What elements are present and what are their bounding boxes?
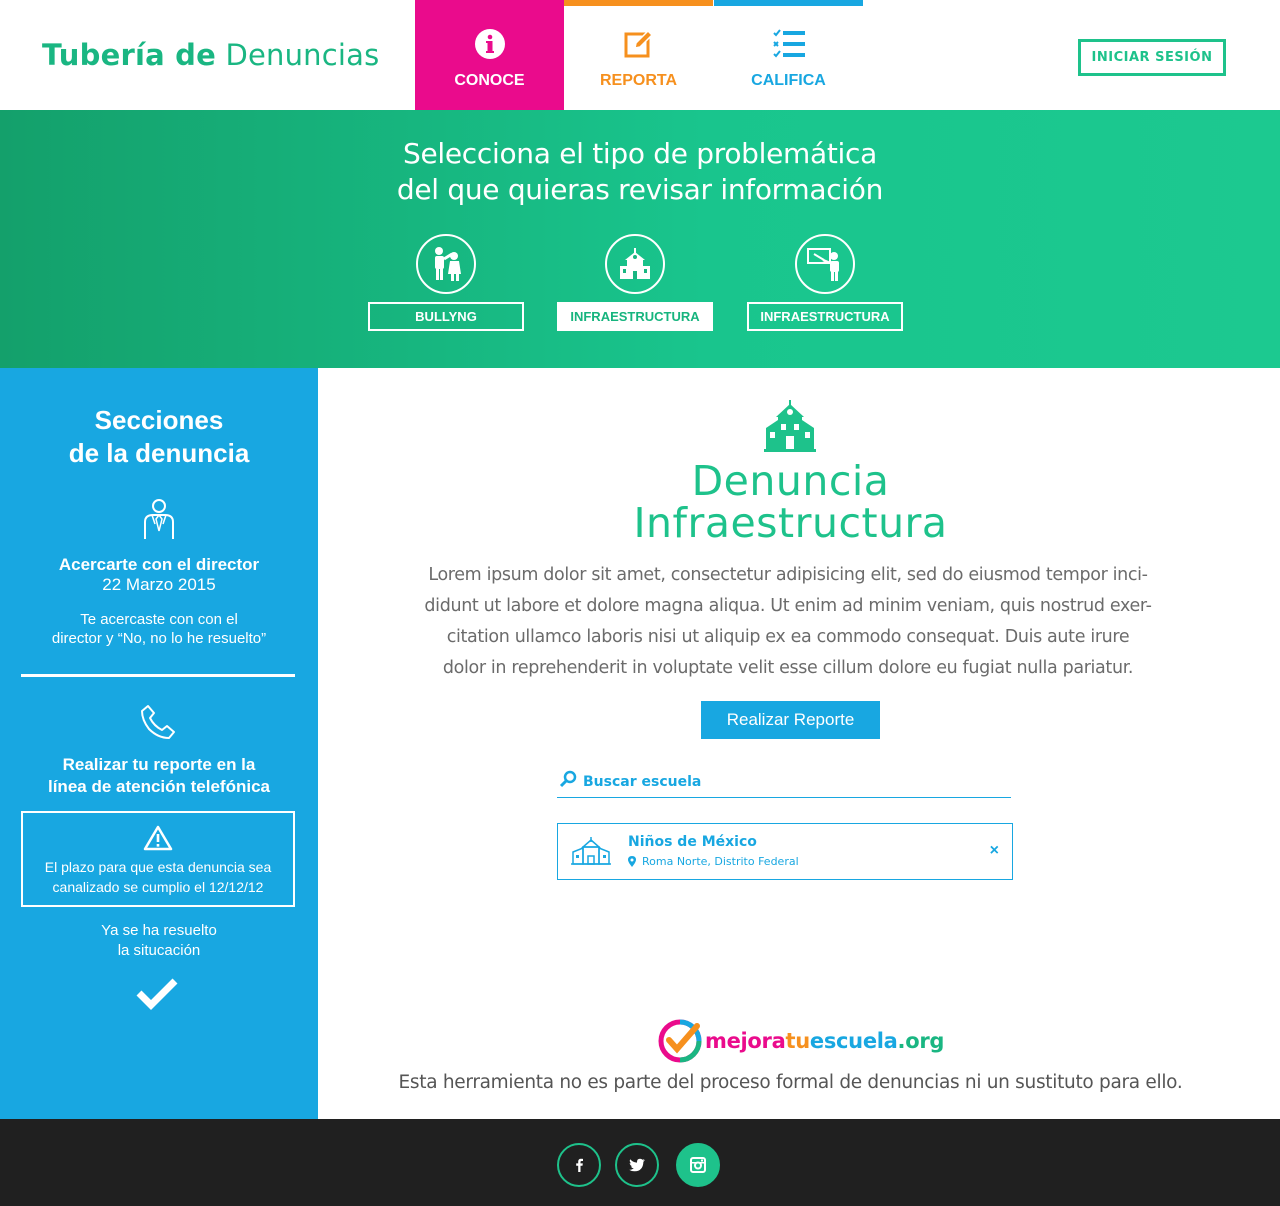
sidebar-title-line1: Secciones [94,405,224,435]
category-bullying[interactable]: BULLYNG [368,234,524,331]
logo-check-icon [658,1019,702,1063]
main-content: Denuncia Infraestructura Lorem ipsum dol… [318,368,1280,1119]
category-label: INFRAESTRUCTURA [557,302,713,331]
phone-step-title: Realizar tu reporte en la línea de atenc… [20,754,298,798]
mejoratuescuela-logo[interactable]: mejoratuescuela.org [657,1018,944,1064]
school-location-text: Roma Norte, Distrito Federal [642,855,799,868]
warning-line2: canalizado se cumplio el 12/12/12 [52,879,264,895]
divider [21,674,295,677]
school-result[interactable]: Niños de México Roma Norte, Distrito Fed… [557,823,1013,880]
director-step-title: Acercarte con el director [58,555,260,574]
bullying-icon [416,234,476,294]
page-title: Denuncia Infraestructura [318,460,1263,544]
resolved-line2: la situcación [117,942,201,959]
director-step-date: 22 Marzo 2015 [102,575,216,594]
edit-icon [564,28,713,60]
warning-icon [23,825,293,851]
report-button[interactable]: Realizar Reporte [701,701,880,739]
footer [0,1119,1280,1206]
description-line4: dolor in reprehenderit in voluptate veli… [442,658,1134,678]
header: Tubería de Denuncias CONOCE REPORTA CALI… [0,0,1280,110]
logo-text-part3: escuela [809,1029,898,1053]
login-button[interactable]: INICIAR SESIÓN [1078,39,1226,76]
tab-conoce[interactable]: CONOCE [415,0,564,110]
school-building-icon [571,836,611,871]
school-name: Niños de México [628,834,757,850]
facebook-icon[interactable] [557,1143,601,1187]
director-note-line1: Te acercaste con con el [80,611,238,628]
resolved-line1: Ya se ha resuelto [101,922,217,939]
category-label: BULLYNG [368,302,524,331]
search-icon [559,770,577,793]
hero-heading-line1: Selecciona el tipo de problemática [402,137,877,170]
description-line1: Lorem ipsum dolor sit amet, consectetur … [428,565,1148,585]
tab-califica[interactable]: CALIFICA [714,0,863,110]
tab-conoce-label: CONOCE [454,72,525,89]
brand-logo[interactable]: Tubería de Denuncias [42,38,379,72]
info-icon [415,28,564,60]
category-selector: Selecciona el tipo de problemática del q… [0,110,1280,368]
teacher-icon [795,234,855,294]
logo-text-part2: tu [785,1029,810,1053]
sidebar-title: Secciones de la denuncia [0,404,318,470]
close-icon[interactable]: × [990,842,999,860]
brand-light: Denuncias [225,38,380,72]
category-infraestructura[interactable]: INFRAESTRUCTURA [557,234,713,331]
logo-text-part1: mejora [705,1029,786,1053]
description-line2: didunt ut labore et dolore magna aliqua.… [424,596,1152,616]
page-title-line1: Denuncia [691,457,890,505]
hero-heading: Selecciona el tipo de problemática del q… [0,136,1280,208]
search-input[interactable] [583,773,983,790]
director-note-line2: director y “No, no lo he resuelto” [51,630,267,647]
phone-title-line1: Realizar tu reporte en la [62,755,256,774]
tab-reporta-label: REPORTA [599,72,678,89]
logo-text: mejoratuescuela.org [705,1029,944,1053]
tab-califica-label: CALIFICA [751,72,826,89]
school-icon [762,398,818,459]
resolved-text: Ya se ha resuelto la situcación [0,921,318,961]
logo-text-part4: .org [897,1029,945,1053]
tab-reporta[interactable]: REPORTA [564,0,713,110]
sidebar-title-line2: de la denuncia [68,438,250,468]
brand-bold: Tubería de [42,38,217,72]
phone-title-line2: línea de atención telefónica [47,777,270,796]
school-icon [605,234,665,294]
warning-line1: El plazo para que esta denuncia sea [44,859,272,875]
warning-text: El plazo para que esta denuncia sea cana… [29,857,287,897]
director-icon [141,498,177,545]
disclaimer-text: Esta herramienta no es parte del proceso… [398,1072,1183,1093]
deadline-warning: El plazo para que esta denuncia sea cana… [21,811,295,907]
category-label: INFRAESTRUCTURA [747,302,903,331]
director-step-note: Te acercaste con con el director y “No, … [30,610,288,648]
school-search [557,766,1011,798]
checklist-icon [714,28,863,60]
school-location: Roma Norte, Distrito Federal [628,855,799,868]
sections-sidebar: Secciones de la denuncia Acercarte con e… [0,368,318,1119]
checkmark-icon[interactable] [136,976,178,1015]
page-title-line2: Infraestructura [633,499,948,547]
location-pin-icon [628,856,636,867]
twitter-icon[interactable] [615,1143,659,1187]
hero-heading-line2: del que quieras revisar información [396,173,884,206]
description-text: Lorem ipsum dolor sit amet, consectetur … [418,560,1158,684]
category-infraestructura-2[interactable]: INFRAESTRUCTURA [747,234,903,331]
instagram-icon[interactable] [676,1143,720,1187]
description-line3: citation ullamco laboris nisi ut aliquip… [446,627,1130,647]
phone-icon [140,704,176,745]
